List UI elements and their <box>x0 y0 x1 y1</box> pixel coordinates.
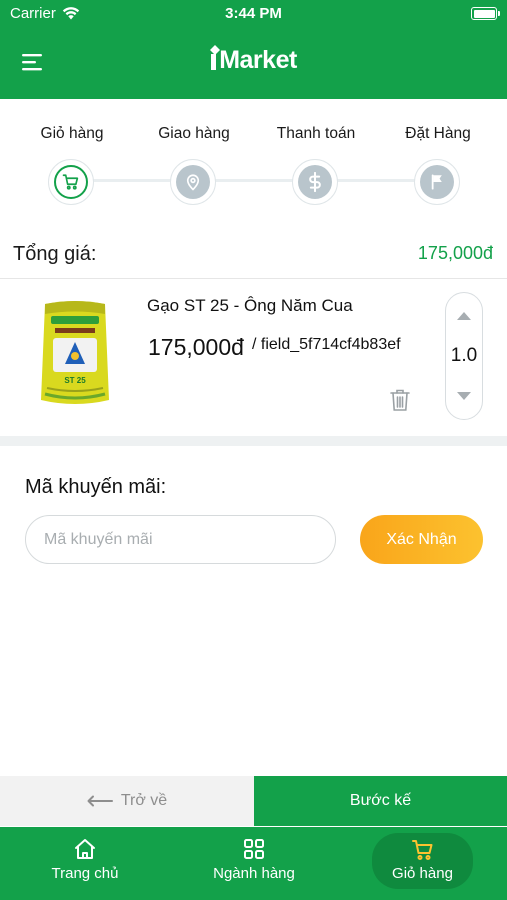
tab-home[interactable]: Trang chủ <box>20 827 150 900</box>
cart-item: ST 25 Gạo ST 25 - Ông Năm Cua 175,000đ /… <box>0 280 507 435</box>
step-delivery[interactable]: Giao hàng <box>134 99 254 209</box>
tab-cart[interactable]: Giỏ hàng <box>372 833 473 889</box>
logo-text: Market <box>219 46 297 74</box>
quantity-value: 1.0 <box>450 345 478 366</box>
next-step-button[interactable]: Bước kế <box>254 776 507 826</box>
next-button-label: Bước kế <box>349 792 412 809</box>
step-indicator <box>170 159 216 205</box>
triangle-down-icon <box>457 392 471 400</box>
promo-title: Mã khuyến mãi: <box>25 476 167 498</box>
tab-categories[interactable]: Ngành hàng <box>189 827 319 900</box>
delete-item-button[interactable] <box>389 388 411 412</box>
checkout-navigation: Trở về Bước kế <box>0 776 507 826</box>
product-image-label: ST 25 <box>64 376 86 385</box>
step-payment[interactable]: Thanh toán <box>256 99 376 209</box>
app-header: Carrier 3:44 PM Market <box>0 0 507 99</box>
step-order[interactable]: Đặt Hàng <box>378 99 498 209</box>
tab-label: Ngành hàng <box>213 865 295 882</box>
order-total-row: Tổng giá: 175,000đ <box>0 235 507 275</box>
step-indicator <box>292 159 338 205</box>
step-label: Thanh toán <box>276 125 356 142</box>
promo-confirm-button[interactable]: Xác Nhận <box>360 515 483 564</box>
battery-icon <box>471 7 500 20</box>
cart-icon <box>62 174 79 190</box>
trash-icon <box>390 389 410 411</box>
section-divider <box>0 436 507 446</box>
step-indicator <box>414 159 460 205</box>
step-label: Giao hàng <box>158 125 230 142</box>
step-label: Giỏ hàng <box>40 125 104 142</box>
triangle-up-icon <box>457 312 471 320</box>
app-logo: Market <box>0 45 507 75</box>
bottom-tab-bar: Trang chủ Ngành hàng Giỏ hàng <box>0 826 507 900</box>
total-label: Tổng giá: <box>13 243 97 265</box>
flag-icon <box>431 174 442 190</box>
quantity-stepper: 1.0 <box>445 292 483 420</box>
back-button-label: Trở về <box>120 792 168 809</box>
divider <box>0 278 507 279</box>
step-cart[interactable]: Giỏ hàng <box>12 99 132 209</box>
product-unit: / field_5f714cf4b83ef <box>252 336 401 353</box>
grid-icon <box>244 839 264 859</box>
product-price: 175,000đ <box>148 334 244 360</box>
tab-label: Trang chủ <box>51 865 119 882</box>
product-name: Gạo ST 25 - Ông Năm Cua <box>147 296 353 315</box>
back-button[interactable]: Trở về <box>0 776 254 826</box>
product-image: ST 25 <box>41 301 109 404</box>
quantity-decrease-button[interactable] <box>446 381 482 411</box>
total-value: 175,000đ <box>417 243 493 263</box>
status-time: 3:44 PM <box>225 5 282 22</box>
cart-icon <box>412 840 433 860</box>
quantity-increase-button[interactable] <box>446 301 482 331</box>
dollar-icon <box>309 172 321 192</box>
status-bar: Carrier 3:44 PM <box>0 0 507 28</box>
tab-label: Giỏ hàng <box>392 865 453 882</box>
location-pin-icon <box>186 174 200 191</box>
step-indicator <box>48 159 94 205</box>
arrow-left-icon <box>87 795 113 807</box>
checkout-steps: Giỏ hàng Giao hàng Thanh toán Đặt Hàng <box>0 99 507 219</box>
home-icon <box>75 839 95 859</box>
promo-code-input[interactable] <box>25 515 336 564</box>
step-label: Đặt Hàng <box>405 125 471 142</box>
